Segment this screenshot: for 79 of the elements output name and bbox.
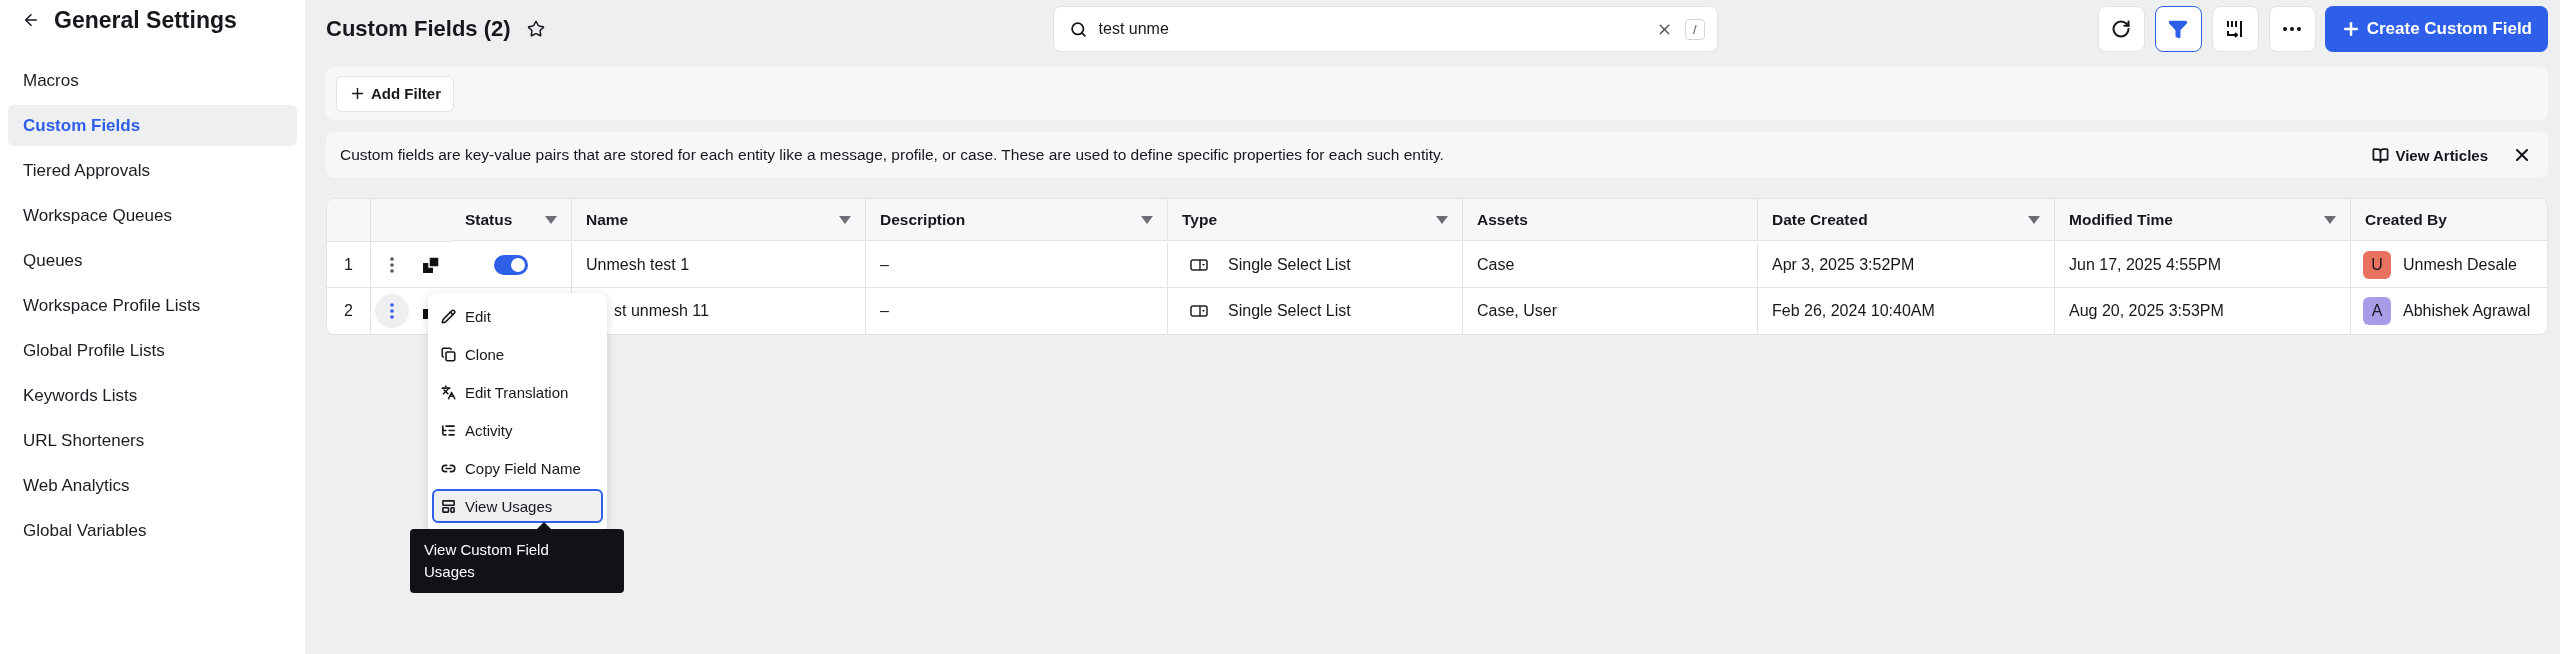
menu-item[interactable]: Edit Translation bbox=[432, 375, 603, 409]
view-articles-link[interactable]: View Articles bbox=[2372, 146, 2488, 164]
menu-item[interactable]: Clone bbox=[432, 337, 603, 371]
star-icon[interactable] bbox=[526, 20, 545, 38]
select-icon bbox=[1190, 258, 1208, 271]
sidebar-item[interactable]: Custom Fields bbox=[8, 105, 297, 146]
row-menu-button[interactable] bbox=[375, 294, 409, 328]
kebab-icon bbox=[390, 303, 394, 319]
creator-name: Unmesh Desale bbox=[2403, 255, 2517, 274]
search-icon bbox=[1069, 20, 1087, 38]
sidebar-item[interactable]: Workspace Queues bbox=[8, 195, 297, 236]
type-text: Single Select List bbox=[1228, 255, 1351, 274]
menu-item[interactable]: Activity bbox=[432, 413, 603, 447]
date-cell: Apr 3, 2025 3:52PM bbox=[1758, 242, 2055, 288]
add-filter-button[interactable]: Add Filter bbox=[336, 75, 454, 112]
filter-button[interactable] bbox=[2154, 6, 2202, 52]
caret-icon[interactable] bbox=[839, 215, 851, 224]
sidebar-item[interactable]: Keywords Lists bbox=[8, 375, 297, 416]
plus-icon bbox=[349, 85, 366, 102]
column-header[interactable]: Date Created bbox=[1758, 199, 2055, 241]
refresh-icon bbox=[2111, 19, 2132, 39]
sidebar-title: General Settings bbox=[54, 6, 237, 34]
sidebar-item[interactable]: Global Profile Lists bbox=[8, 330, 297, 371]
avatar: A bbox=[2363, 297, 2391, 325]
kebab-icon bbox=[390, 256, 394, 273]
column-header[interactable]: Description bbox=[866, 199, 1168, 241]
shortcut-key: / bbox=[1684, 18, 1705, 40]
column-header[interactable]: Status bbox=[451, 199, 572, 241]
caret-icon[interactable] bbox=[1141, 215, 1153, 224]
assets-cell: Case bbox=[1463, 242, 1758, 288]
type-text: Single Select List bbox=[1228, 302, 1351, 320]
name-cell: Unmesh test 1 bbox=[572, 242, 866, 288]
sidebar-item[interactable]: Workspace Profile Lists bbox=[8, 285, 297, 326]
menu-item[interactable]: Copy Field Name bbox=[432, 451, 603, 485]
translate-icon bbox=[441, 384, 456, 400]
page-title: Custom Fields (2) bbox=[326, 16, 511, 42]
sidebar-item[interactable]: Tiered Approvals bbox=[8, 150, 297, 191]
caret-icon[interactable] bbox=[2324, 215, 2336, 224]
pencil-icon bbox=[441, 308, 456, 324]
description-cell: – bbox=[866, 288, 1168, 334]
columns-button[interactable] bbox=[2211, 6, 2259, 52]
sidebar-item[interactable]: URL Shorteners bbox=[8, 420, 297, 461]
copy-icon bbox=[441, 346, 456, 362]
avatar: U bbox=[2363, 250, 2391, 279]
caret-icon[interactable] bbox=[2028, 215, 2040, 224]
column-header[interactable]: Assets bbox=[1463, 199, 1758, 241]
more-icon bbox=[2283, 27, 2302, 31]
caret-icon[interactable] bbox=[1436, 215, 1448, 224]
sidebar-item[interactable]: Queues bbox=[8, 240, 297, 281]
creator-name: Abhishek Agrawal bbox=[2403, 302, 2531, 320]
description-cell: – bbox=[866, 242, 1168, 288]
column-header[interactable]: Created By bbox=[2351, 199, 2547, 241]
status-toggle[interactable] bbox=[494, 254, 528, 275]
column-header[interactable]: Name bbox=[572, 199, 866, 241]
book-icon bbox=[2372, 146, 2390, 164]
search-field[interactable]: test unme / bbox=[1052, 6, 1718, 52]
column-header[interactable]: Modified Time bbox=[2055, 199, 2351, 241]
column-header[interactable]: Type bbox=[1168, 199, 1463, 241]
filter-icon bbox=[2168, 19, 2189, 39]
row-number: 2 bbox=[327, 288, 371, 334]
back-icon[interactable] bbox=[22, 11, 40, 29]
caret-icon[interactable] bbox=[545, 215, 557, 224]
date-cell: Jun 17, 2025 4:55PM bbox=[2055, 242, 2351, 288]
info-text: Custom fields are key-value pairs that are stored for each entity like a message, profile, or case. These are used to define specific properties for each such entity. bbox=[340, 146, 1445, 164]
menu-item[interactable]: View Usages bbox=[432, 489, 603, 523]
select-icon bbox=[1190, 305, 1208, 317]
sidebar-item[interactable]: Web Analytics bbox=[8, 465, 297, 506]
list-icon bbox=[441, 422, 456, 438]
squares-icon bbox=[421, 254, 441, 275]
sidebar-item[interactable]: Macros bbox=[8, 60, 297, 101]
date-cell: Feb 26, 2024 10:40AM bbox=[1758, 288, 2055, 334]
row-number: 1 bbox=[327, 242, 371, 288]
tooltip: View Custom Field Usages bbox=[410, 529, 624, 593]
assets-cell: Case, User bbox=[1463, 288, 1758, 334]
refresh-button[interactable] bbox=[2097, 6, 2145, 52]
create-button[interactable]: Create Custom Field bbox=[2324, 6, 2548, 52]
layout-icon bbox=[441, 498, 456, 514]
date-cell: Aug 20, 2025 3:53PM bbox=[2055, 288, 2351, 334]
sidebar-item[interactable]: Global Variables bbox=[8, 510, 297, 551]
